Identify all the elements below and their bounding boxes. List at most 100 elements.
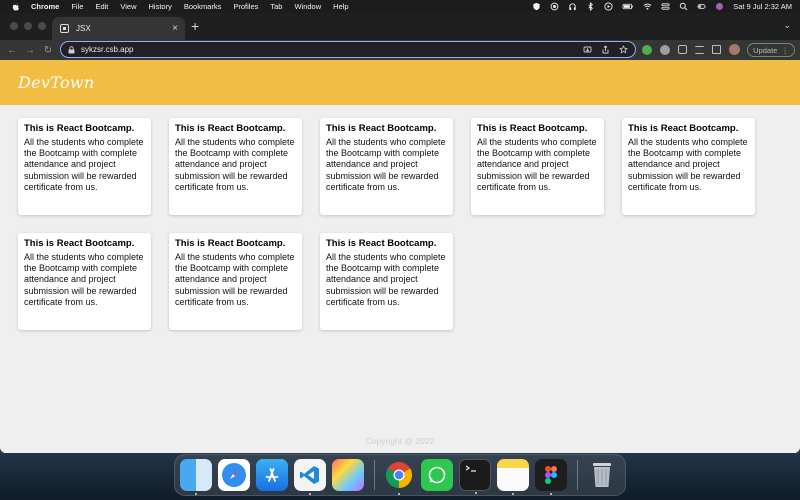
address-bar[interactable]: sykzsr.csb.app [60,41,636,58]
safari-compass-icon [222,463,246,487]
menu-file[interactable]: File [71,2,83,11]
install-app-icon[interactable] [583,45,592,54]
card-body: All the students who complete the Bootca… [175,252,295,307]
extension-green-icon[interactable] [642,44,652,55]
tab-close-icon[interactable]: × [172,23,178,34]
codesandbox-favicon-icon [60,24,69,33]
card-title: This is React Bootcamp. [175,238,286,249]
side-panel-icon[interactable] [712,45,721,54]
chrome-logo-icon [385,462,413,489]
bluetooth-icon[interactable] [586,2,595,11]
menu-view[interactable]: View [120,2,136,11]
dock [174,454,626,496]
menu-profiles[interactable]: Profiles [233,2,258,11]
menu-chrome[interactable]: Chrome [31,2,59,11]
figma-icon[interactable] [535,459,567,495]
update-label: Update [753,45,778,55]
card-body: All the students who complete the Bootca… [326,137,446,192]
vscode-icon[interactable] [294,459,326,495]
siri-icon[interactable] [715,2,724,11]
tab-title: JSX [76,24,91,33]
omnibox-actions [583,45,635,54]
trash-bin-icon [593,463,611,487]
card-title: This is React Bootcamp. [24,123,135,134]
card-title: This is React Bootcamp. [326,238,437,249]
card-body: All the students who complete the Bootca… [477,137,597,192]
course-card: This is React Bootcamp. All the students… [320,118,453,215]
card-body: All the students who complete the Bootca… [24,252,144,307]
share-icon[interactable] [601,45,610,54]
puzzle-icon[interactable] [678,45,687,54]
reading-list-icon[interactable] [695,45,704,54]
site-logo[interactable]: DevTown [18,73,95,92]
dock-separator [577,460,578,490]
course-card: This is React Bootcamp. All the students… [169,233,302,330]
site-navbar: DevTown [0,60,800,105]
shield-icon[interactable] [532,2,541,11]
search-icon[interactable] [679,2,688,11]
extension-gray-icon[interactable] [660,44,670,55]
play-icon[interactable] [604,2,613,11]
card-body: All the students who complete the Bootca… [628,137,748,192]
screen-record-icon[interactable] [550,2,559,11]
card-body: All the students who complete the Bootca… [326,252,446,307]
minimize-window-button[interactable] [24,22,32,30]
reload-button[interactable]: ↻ [39,45,57,56]
bookmark-star-icon[interactable] [619,45,628,54]
notes-icon[interactable] [497,459,529,495]
new-tab-button[interactable]: + [191,18,199,34]
tab-strip: JSX × + ⌄ [0,13,800,40]
battery-icon[interactable] [622,2,634,11]
card-body: All the students who complete the Bootca… [24,137,144,192]
final-cut-icon[interactable] [332,459,364,491]
toggle-icon[interactable] [697,2,706,11]
app-store-a-icon [265,468,279,482]
apple-icon[interactable] [11,2,21,12]
chrome-icon[interactable] [383,459,415,495]
figma-logo-icon [545,466,557,484]
finder-icon[interactable] [180,459,212,495]
url-text[interactable]: sykzsr.csb.app [81,45,133,54]
trash-icon[interactable] [586,459,618,491]
whatsapp-icon[interactable] [421,459,453,491]
profile-avatar[interactable] [729,44,740,55]
menu-edit[interactable]: Edit [95,2,108,11]
course-card: This is React Bootcamp. All the students… [18,118,151,215]
more-options-icon[interactable]: ⋮ [781,46,789,55]
menu-help[interactable]: Help [333,2,348,11]
menu-tab[interactable]: Tab [270,2,282,11]
safari-icon[interactable] [218,459,250,491]
card-title: This is React Bootcamp. [628,123,739,134]
wifi-icon[interactable] [643,2,652,11]
course-card: This is React Bootcamp. All the students… [320,233,453,330]
forward-button[interactable]: → [21,45,39,56]
site-footer: Copyright @ 2022 [365,436,435,446]
whatsapp-phone-icon [428,466,446,484]
headphones-icon[interactable] [568,2,577,11]
menu-bar: Chrome File Edit View History Bookmarks … [0,0,800,13]
maximize-window-button[interactable] [38,22,46,30]
control-center-icon[interactable] [661,2,670,11]
tab-search-chevron-icon[interactable]: ⌄ [783,20,791,31]
tab-jsx[interactable]: JSX × [52,17,185,40]
card-body: All the students who complete the Bootca… [175,137,295,192]
menu-bookmarks[interactable]: Bookmarks [184,2,222,11]
menu-history[interactable]: History [149,2,172,11]
clock[interactable]: Sat 9 Jul 2:32 AM [733,2,792,11]
back-button[interactable]: ← [3,45,21,56]
course-card: This is React Bootcamp. All the students… [18,233,151,330]
running-indicator [398,493,400,495]
close-window-button[interactable] [10,22,18,30]
card-title: This is React Bootcamp. [24,238,135,249]
running-indicator [512,493,514,495]
window-controls [10,22,46,30]
running-indicator [550,493,552,495]
terminal-icon[interactable] [459,459,491,494]
course-card: This is React Bootcamp. All the students… [169,118,302,215]
app-store-icon[interactable] [256,459,288,491]
update-button[interactable]: Update ⋮ [747,43,795,57]
menu-window[interactable]: Window [294,2,321,11]
card-title: This is React Bootcamp. [326,123,437,134]
lock-icon[interactable] [68,45,75,54]
running-indicator [309,493,311,495]
